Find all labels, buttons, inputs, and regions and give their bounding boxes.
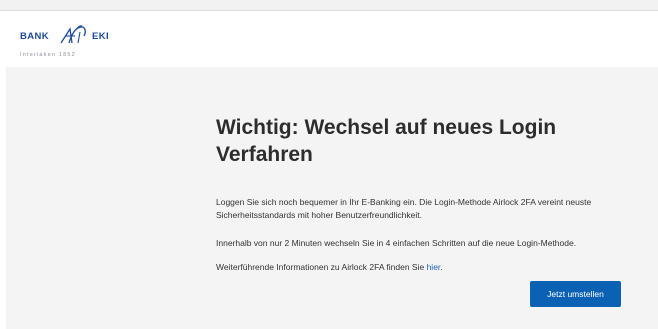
logo-word-right: EKI [92, 31, 110, 42]
main-content: Wichtig: Wechsel auf neues Login Verfahr… [6, 67, 658, 329]
page-title: Wichtig: Wechsel auf neues Login Verfahr… [216, 116, 557, 166]
info-link-hier[interactable]: hier [427, 262, 441, 272]
browser-top-strip [0, 0, 658, 11]
intro-paragraph: Loggen Sie sich noch bequemer in Ihr E-B… [216, 197, 592, 220]
logo-subtitle: Interlaken 1852 [20, 52, 76, 58]
horse-emblem-icon [60, 25, 86, 44]
logo-word-left: BANK [20, 31, 50, 42]
info-paragraph: Weiterführende Informationen zu Airlock … [216, 261, 636, 274]
info-text: Weiterführende Informationen zu Airlock … [216, 262, 427, 272]
switch-now-button[interactable]: Jetzt umstellen [530, 281, 621, 307]
steps-paragraph: Innerhalb von nur 2 Minuten wechseln Sie… [216, 238, 577, 248]
site-header: BANK EKI Interlaken 1852 [0, 11, 658, 67]
info-text-end: . [440, 262, 443, 272]
